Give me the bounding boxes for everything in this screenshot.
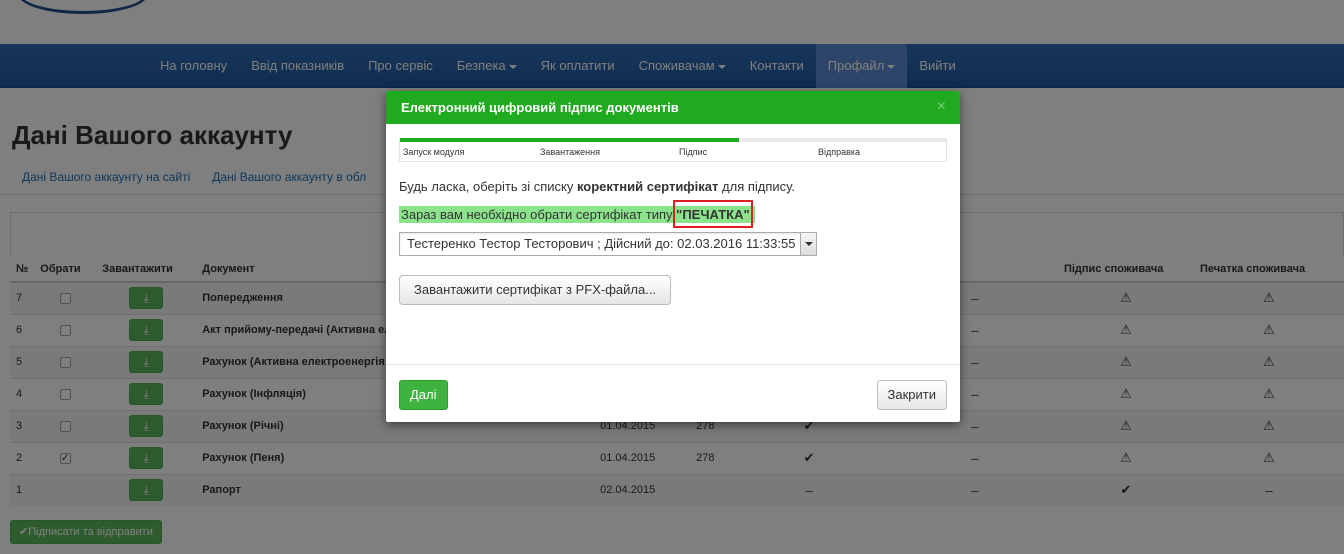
cert-type-notice: Зараз вам необхідно обрати сертифікат ти… [399, 200, 756, 228]
progress-fill [400, 138, 739, 142]
instruction-prefix: Будь ласка, оберіть зі списку [399, 179, 577, 194]
step-sending: Відправка [818, 147, 861, 157]
certificate-select-value: Тестеренко Тестор Тесторович ; Дійсний д… [407, 236, 796, 251]
cert-type-prefix: Зараз вам необхідно обрати сертифікат ти… [401, 207, 677, 222]
dialog-title: Електронний цифровий підпис документів [401, 100, 679, 115]
chevron-down-icon[interactable] [800, 233, 816, 255]
close-icon[interactable]: × [937, 99, 946, 115]
dialog-footer: Далі Закрити [386, 364, 960, 422]
next-button[interactable]: Далі [399, 380, 448, 410]
cert-type-value: "ПЕЧАТКА" [673, 200, 753, 228]
instruction-suffix: для підпису. [718, 179, 795, 194]
close-button[interactable]: Закрити [876, 380, 947, 410]
step-signing: Підпис [679, 147, 708, 157]
instruction-bold: коректний сертифікат [576, 179, 719, 194]
digital-signature-dialog: Електронний цифровий підпис документів ×… [386, 91, 960, 422]
certificate-select[interactable]: Тестеренко Тестор Тесторович ; Дійсний д… [399, 232, 817, 256]
annotation-highlight-box [673, 200, 753, 228]
load-pfx-certificate-button[interactable]: Завантажити сертифікат з PFX-файла... [399, 275, 672, 305]
wizard-progress: Запуск модуля Завантаження Підпис Відпра… [399, 138, 947, 162]
instruction-text: Будь ласка, оберіть зі списку коректний … [399, 179, 795, 194]
dialog-header: Електронний цифровий підпис документів × [386, 91, 960, 124]
step-loading: Завантаження [540, 147, 600, 157]
step-launch-module: Запуск модуля [403, 147, 465, 157]
progress-track [400, 138, 946, 142]
